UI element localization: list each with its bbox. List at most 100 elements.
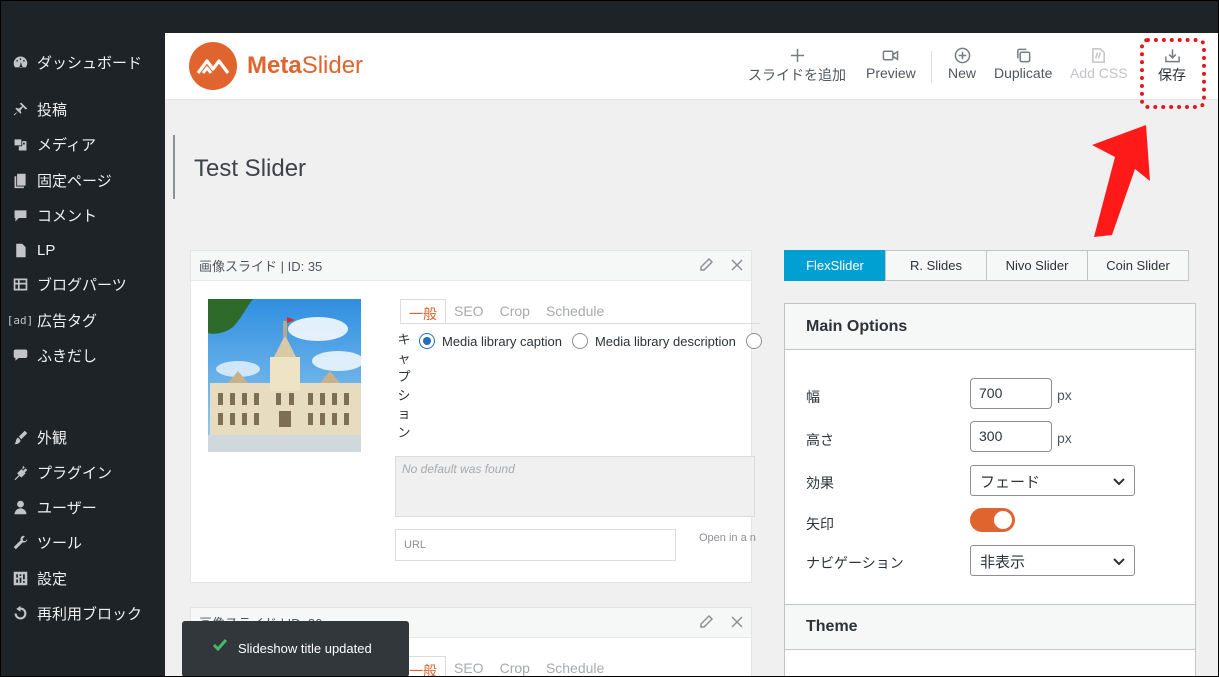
chevron-down-icon <box>1112 554 1126 568</box>
sidebar-item-appearance[interactable]: 外観 <box>1 422 165 452</box>
edit-pencil-icon[interactable] <box>698 257 714 273</box>
title-accent-bar <box>173 135 175 199</box>
sidebar-item-ad-tag[interactable]: [ad] 広告タグ <box>1 305 165 335</box>
tab-general[interactable]: 一般 <box>400 299 446 323</box>
slide-panel: 画像スライド | ID: 35 一般 SEO Crop Schedule キ ャ… <box>190 250 762 583</box>
navigation-select-value: 非表示 <box>980 554 1026 571</box>
sidebar-item-label: ダッシュボード <box>37 54 143 72</box>
check-icon <box>212 637 228 653</box>
add-slide-button[interactable]: スライドを追加 <box>748 45 846 85</box>
sidebar-item-dashboard[interactable]: ダッシュボード <box>1 47 165 77</box>
tab-seo[interactable]: SEO <box>446 656 492 676</box>
height-label: 高さ <box>806 432 834 448</box>
red-arrow-annotation <box>1092 125 1150 237</box>
preview-button[interactable]: Preview <box>866 45 916 81</box>
tab-schedule[interactable]: Schedule <box>538 299 612 323</box>
height-unit: px <box>1057 430 1072 446</box>
sidebar-item-label: 固定ページ <box>37 172 112 190</box>
height-input[interactable]: 300 <box>970 421 1052 452</box>
tab-crop[interactable]: Crop <box>492 299 538 323</box>
admin-sidebar: ダッシュボード 投稿 メディア 固定ページ コメント LP ブログパーツ [ad… <box>1 33 165 676</box>
sidebar-item-pages[interactable]: 固定ページ <box>1 165 165 195</box>
effect-select[interactable]: フェード <box>970 465 1135 496</box>
tab-coin-slider[interactable]: Coin Slider <box>1087 250 1189 281</box>
toast-notification: Slideshow title updated <box>182 621 409 676</box>
wrench-icon <box>8 534 32 551</box>
tab-divider <box>400 323 760 324</box>
sidebar-item-label: 設定 <box>37 570 68 588</box>
close-icon[interactable] <box>729 257 745 273</box>
arrows-toggle[interactable] <box>970 508 1015 532</box>
tab-schedule[interactable]: Schedule <box>538 656 612 676</box>
media-icon <box>8 136 32 153</box>
width-unit: px <box>1057 387 1072 403</box>
sidebar-item-posts[interactable]: 投稿 <box>1 94 165 124</box>
logo-mark-icon <box>189 42 237 90</box>
sidebar-item-label: ブログパーツ <box>37 276 127 294</box>
sidebar-item-label: 再利用ブロック <box>37 605 143 623</box>
radio-media-description-label: Media library description <box>594 333 736 349</box>
metaslider-logo: MetaSlider <box>189 42 363 90</box>
width-label: 幅 <box>806 389 820 405</box>
sidebar-item-blog-parts[interactable]: ブログパーツ <box>1 269 165 299</box>
effect-select-value: フェード <box>980 474 1041 491</box>
admin-bar <box>1 1 1218 33</box>
navigation-select[interactable]: 非表示 <box>970 545 1135 576</box>
tab-crop[interactable]: Crop <box>492 656 538 676</box>
url-input[interactable]: URL <box>395 529 676 561</box>
caption-source-options: Media library caption Media library desc… <box>419 333 769 349</box>
theme-section-title: Theme <box>785 604 1195 650</box>
sidebar-item-comments[interactable]: コメント <box>1 200 165 230</box>
toast-message: Slideshow title updated <box>238 641 372 656</box>
slider-title[interactable]: Test Slider <box>194 155 306 183</box>
page-icon <box>8 172 32 189</box>
sidebar-item-lp[interactable]: LP <box>1 235 165 265</box>
css-icon <box>1090 45 1107 65</box>
sidebar-item-settings[interactable]: 設定 <box>1 563 165 593</box>
new-button[interactable]: New <box>948 45 976 81</box>
arrows-label: 矢印 <box>806 516 834 532</box>
comment-icon <box>8 207 32 224</box>
plus-icon <box>789 45 806 65</box>
width-input[interactable]: 700 <box>970 378 1052 409</box>
chevron-down-icon <box>1112 474 1126 488</box>
radio-media-caption[interactable] <box>419 333 435 349</box>
tab-nivo-slider[interactable]: Nivo Slider <box>986 250 1088 281</box>
document-icon <box>8 242 32 259</box>
sidebar-item-media[interactable]: メディア <box>1 129 165 159</box>
sidebar-item-label: 外観 <box>37 429 68 447</box>
caption-textarea[interactable]: No default was found <box>395 456 755 517</box>
sidebar-item-users[interactable]: ユーザー <box>1 492 165 522</box>
duplicate-button[interactable]: Duplicate <box>994 45 1052 81</box>
user-icon <box>8 499 32 516</box>
radio-media-description[interactable] <box>571 333 588 349</box>
sidebar-item-label: LP <box>37 241 56 259</box>
sidebar-item-plugins[interactable]: プラグイン <box>1 457 165 487</box>
plugin-icon <box>8 464 32 481</box>
duplicate-label: Duplicate <box>994 65 1053 81</box>
sidebar-item-tools[interactable]: ツール <box>1 527 165 557</box>
slide-thumbnail[interactable] <box>208 299 361 452</box>
toolbar-divider <box>931 51 932 83</box>
tab-seo[interactable]: SEO <box>446 299 492 323</box>
sidebar-item-speech-bubble[interactable]: ふきだし <box>1 340 165 370</box>
speech-bubble-icon <box>8 347 32 364</box>
sidebar-item-reusable-blocks[interactable]: 再利用ブロック <box>1 598 165 628</box>
slide-tabs: 一般 SEO Crop Schedule <box>400 299 612 323</box>
tab-flexslider[interactable]: FlexSlider <box>784 250 886 281</box>
app-window: ダッシュボード 投稿 メディア 固定ページ コメント LP ブログパーツ [ad… <box>0 0 1219 677</box>
slide-header-label: 画像スライド | ID: 35 <box>199 259 323 274</box>
close-icon[interactable] <box>729 614 745 630</box>
open-new-window-label: Open in a n <box>699 532 756 544</box>
radio-custom-caption[interactable] <box>745 333 762 349</box>
save-highlight-annotation <box>1140 38 1206 109</box>
sidebar-item-label: ユーザー <box>37 499 97 517</box>
edit-pencil-icon[interactable] <box>698 614 714 630</box>
logo-text-slider: Slider <box>301 52 364 79</box>
metaslider-toolbar: MetaSlider スライドを追加 Preview New Duplicate <box>165 33 1218 109</box>
sidebar-item-label: プラグイン <box>37 464 113 482</box>
radio-media-caption-label: Media library caption <box>442 333 562 349</box>
preview-label: Preview <box>866 65 916 81</box>
add-css-button[interactable]: Add CSS <box>1070 45 1128 81</box>
tab-responsive-slides[interactable]: R. Slides <box>885 250 987 281</box>
